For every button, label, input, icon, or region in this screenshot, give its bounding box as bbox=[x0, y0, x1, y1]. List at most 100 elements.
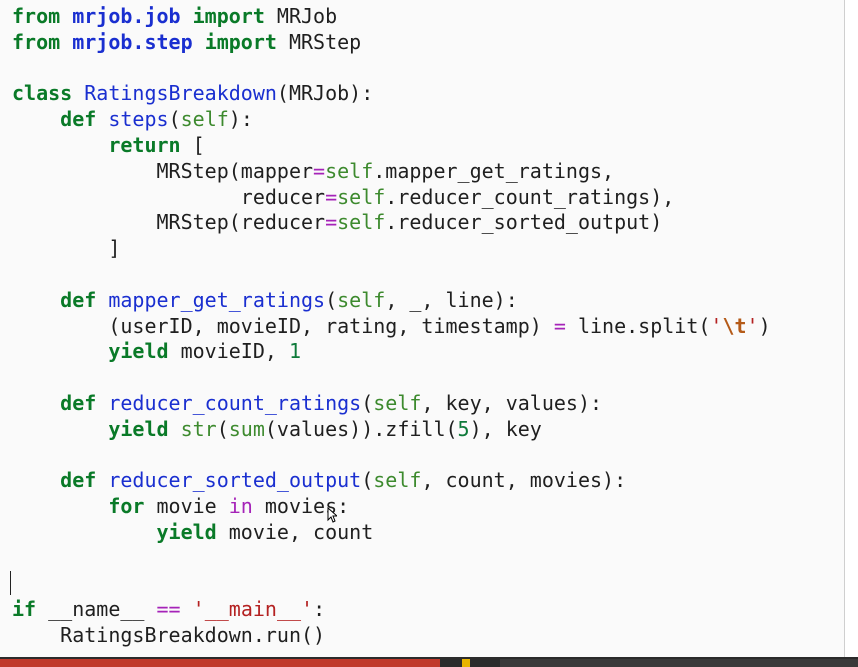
code-token: ( bbox=[361, 468, 374, 493]
code-token: steps bbox=[108, 107, 169, 132]
code-token: reducer bbox=[12, 184, 326, 209]
arrow-cursor-icon bbox=[327, 507, 337, 523]
code-token: if bbox=[12, 597, 37, 622]
code-line[interactable]: return [ bbox=[12, 133, 771, 159]
code-line[interactable]: for movie in movies: bbox=[12, 494, 771, 520]
code-line[interactable]: MRStep(mapper=self.mapper_get_ratings, bbox=[12, 159, 771, 185]
taskbar-segment bbox=[500, 659, 858, 667]
code-token: __name__ bbox=[36, 597, 157, 622]
code-token: yield bbox=[108, 416, 169, 441]
code-token: self bbox=[373, 468, 422, 493]
code-token: str bbox=[180, 416, 217, 441]
code-token: ' bbox=[746, 313, 759, 338]
code-token: in bbox=[228, 494, 253, 519]
code-line[interactable] bbox=[12, 443, 771, 469]
code-line[interactable]: def steps(self): bbox=[12, 107, 771, 133]
code-token: MRJob bbox=[264, 4, 338, 28]
code-token: MRStep bbox=[276, 29, 362, 54]
code-token: (userID, movieID, rating, timestamp) bbox=[12, 313, 554, 338]
code-line[interactable]: def reducer_count_ratings(self, key, val… bbox=[12, 391, 771, 417]
code-token: return bbox=[108, 132, 181, 157]
code-token: ] bbox=[12, 236, 121, 261]
code-token: 1 bbox=[288, 339, 302, 364]
code-token: self bbox=[337, 287, 386, 312]
code-token: ( bbox=[168, 107, 181, 132]
code-token: yield bbox=[156, 519, 217, 544]
code-token: = bbox=[325, 210, 338, 235]
code-line[interactable]: MRStep(reducer=self.reducer_sorted_outpu… bbox=[12, 210, 771, 236]
code-line[interactable]: yield movie, count bbox=[12, 520, 771, 546]
code-line[interactable]: def reducer_sorted_output(self, count, m… bbox=[12, 468, 771, 494]
taskbar-segment bbox=[462, 659, 470, 667]
code-token: ), key bbox=[469, 416, 542, 441]
code-line[interactable] bbox=[12, 546, 771, 572]
code-token: , key, values): bbox=[421, 390, 603, 415]
code-line[interactable]: if __name__ == '__main__': bbox=[12, 597, 771, 623]
code-token: import bbox=[192, 4, 265, 28]
code-token: MRStep(reducer bbox=[12, 210, 326, 235]
code-line[interactable]: class RatingsBreakdown(MRJob): bbox=[12, 81, 771, 107]
code-token: from bbox=[12, 4, 61, 28]
code-token: sum bbox=[228, 416, 265, 441]
code-token: movie, count bbox=[216, 519, 374, 544]
code-token: ' bbox=[710, 313, 723, 338]
code-token: import bbox=[204, 29, 277, 54]
taskbar-strip bbox=[0, 657, 858, 667]
code-token: RatingsBreakdown.run() bbox=[12, 623, 326, 648]
text-caret bbox=[10, 571, 11, 595]
code-line[interactable]: yield movieID, 1 bbox=[12, 339, 771, 365]
code-token: ): bbox=[228, 107, 253, 132]
code-token: (values)).zfill( bbox=[264, 416, 458, 441]
code-line[interactable]: (userID, movieID, rating, timestamp) = l… bbox=[12, 313, 771, 340]
code-line[interactable]: ] bbox=[12, 236, 771, 262]
code-editor[interactable]: from mrjob.job import MRJob from mrjob.st… bbox=[0, 0, 845, 657]
code-token: ( bbox=[216, 416, 229, 441]
code-line[interactable] bbox=[12, 262, 771, 288]
code-token: == bbox=[156, 597, 181, 622]
code-token: from bbox=[12, 29, 61, 54]
code-line[interactable]: from mrjob.step import MRStep bbox=[12, 30, 771, 56]
code-line[interactable] bbox=[12, 56, 771, 82]
code-token: = bbox=[313, 158, 326, 183]
code-token: = bbox=[553, 313, 566, 338]
code-area[interactable]: from mrjob.job import MRJob from mrjob.st… bbox=[12, 4, 771, 649]
code-token: movie bbox=[144, 494, 229, 519]
code-token: .reducer_sorted_output) bbox=[385, 210, 663, 235]
code-line[interactable] bbox=[12, 365, 771, 391]
code-token: MRStep(mapper bbox=[12, 158, 314, 183]
code-line[interactable]: yield str(sum(values)).zfill(5), key bbox=[12, 417, 771, 443]
code-token: line.split( bbox=[565, 313, 711, 338]
code-token: class bbox=[12, 81, 73, 106]
code-line[interactable]: RatingsBreakdown.run() bbox=[12, 623, 771, 649]
code-token: , _, line): bbox=[385, 287, 518, 312]
code-token: ) bbox=[758, 313, 771, 338]
code-line[interactable]: def mapper_get_ratings(self, _, line): bbox=[12, 288, 771, 314]
code-line[interactable]: reducer=self.reducer_count_ratings), bbox=[12, 185, 771, 211]
code-token: RatingsBreakdown bbox=[84, 81, 277, 106]
code-token: : bbox=[313, 597, 326, 622]
code-token: self bbox=[337, 210, 386, 235]
code-line[interactable] bbox=[12, 572, 771, 598]
code-token: reducer_sorted_output bbox=[108, 468, 362, 493]
code-token: ( bbox=[325, 287, 338, 312]
code-token: 5 bbox=[457, 416, 470, 441]
code-token: mrjob.step bbox=[72, 29, 193, 54]
code-token: self bbox=[325, 158, 374, 183]
code-line[interactable]: from mrjob.job import MRJob bbox=[12, 4, 771, 30]
code-token: \t bbox=[722, 313, 747, 338]
